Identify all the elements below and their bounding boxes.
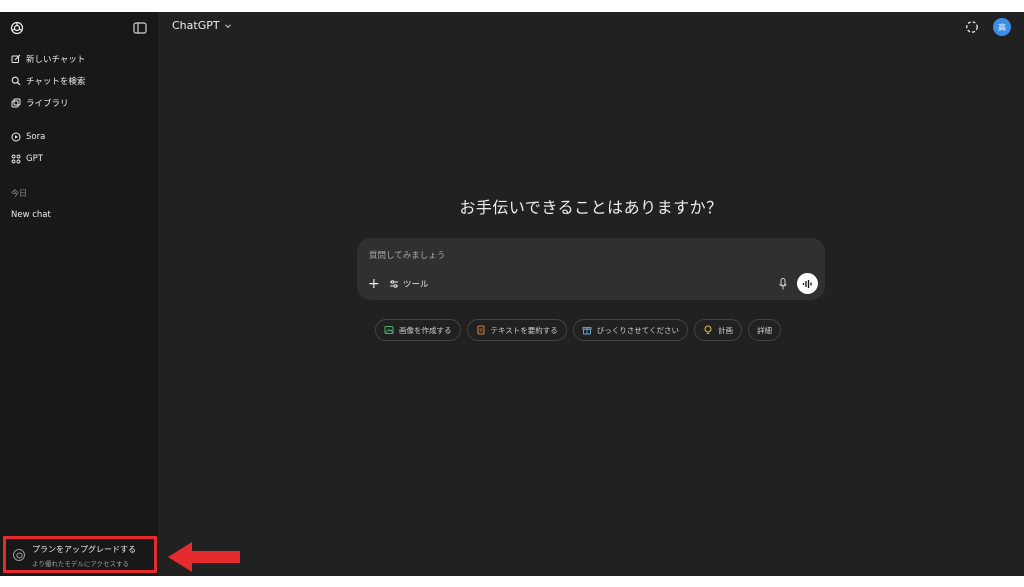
- prompt-input[interactable]: 質問してみましょう: [369, 249, 445, 261]
- edit-icon: [11, 54, 21, 64]
- openai-logo-icon[interactable]: [9, 20, 25, 36]
- gift-icon: [582, 325, 592, 335]
- chevron-down-icon: [224, 23, 231, 28]
- tools-button[interactable]: ツール: [389, 278, 429, 290]
- chip-summarize-text[interactable]: テキストを要約する: [466, 319, 567, 341]
- chip-plan[interactable]: 計画: [694, 319, 743, 341]
- chip-label: 計画: [718, 325, 734, 335]
- waveform-icon: [802, 279, 812, 288]
- sidebar-item-label: ライブラリ: [26, 99, 69, 109]
- chip-surprise-me[interactable]: びっくりさせてください: [572, 319, 689, 341]
- sidebar-item-library[interactable]: ライブラリ: [0, 93, 158, 113]
- app-window: 新しいチャット チャットを検索 ライブラリ Sora GPT 今日 New ch…: [0, 12, 1024, 576]
- model-selector[interactable]: ChatGPT: [172, 19, 232, 32]
- composer: 質問してみましょう + ツール: [357, 238, 825, 300]
- chip-create-image[interactable]: 画像を作成する: [375, 319, 461, 341]
- image-icon: [384, 325, 394, 335]
- section-label-today: 今日: [11, 189, 27, 198]
- voice-mode-button[interactable]: [797, 273, 818, 294]
- sidebar-item-sora[interactable]: Sora: [0, 127, 158, 147]
- sidebar-item-search[interactable]: チャットを検索: [0, 71, 158, 91]
- sidebar-item-label: 新しいチャット: [26, 55, 86, 65]
- sidebar-item-label: GPT: [26, 154, 43, 164]
- sidebar-item-label: Sora: [26, 132, 46, 142]
- suggestion-chips: 画像を作成する テキストを要約する びっくりさせてください 計画 詳細: [375, 319, 782, 341]
- page-title: お手伝いできることはありますか？: [459, 198, 723, 217]
- microphone-icon[interactable]: [777, 277, 789, 291]
- chip-label: 詳細: [757, 325, 773, 335]
- add-attachment-button[interactable]: +: [368, 277, 380, 291]
- chip-label: びっくりさせてください: [596, 325, 680, 335]
- sidebar: 新しいチャット チャットを検索 ライブラリ Sora GPT 今日 New ch…: [0, 12, 158, 576]
- sidebar-item-gpt[interactable]: GPT: [0, 149, 158, 169]
- sidebar-item-new-chat[interactable]: 新しいチャット: [0, 49, 158, 69]
- grid-icon: [11, 154, 21, 164]
- sidebar-toggle-icon[interactable]: [132, 20, 148, 36]
- search-icon: [11, 76, 21, 86]
- sliders-icon: [390, 280, 398, 288]
- avatar[interactable]: 高: [993, 18, 1011, 36]
- upgrade-icon: [13, 549, 25, 561]
- upgrade-subtitle: より優れたモデルにアクセスする: [32, 560, 130, 568]
- annotation-arrow-icon: [168, 542, 240, 572]
- model-name: ChatGPT: [172, 19, 220, 32]
- play-circle-icon: [11, 132, 21, 142]
- lightbulb-icon: [703, 325, 713, 335]
- chip-more[interactable]: 詳細: [748, 319, 782, 341]
- chip-label: 画像を作成する: [399, 325, 452, 335]
- chat-history-item[interactable]: New chat: [11, 210, 51, 220]
- chip-label: テキストを要約する: [490, 325, 558, 335]
- library-icon: [11, 98, 21, 108]
- upgrade-plan-button[interactable]: プランをアップグレードする より優れたモデルにアクセスする: [3, 536, 157, 573]
- upgrade-title: プランをアップグレードする: [32, 545, 136, 554]
- sidebar-item-label: チャットを検索: [26, 77, 86, 87]
- document-icon: [476, 325, 486, 335]
- temporary-chat-icon[interactable]: [965, 20, 979, 34]
- tools-label: ツール: [403, 280, 429, 290]
